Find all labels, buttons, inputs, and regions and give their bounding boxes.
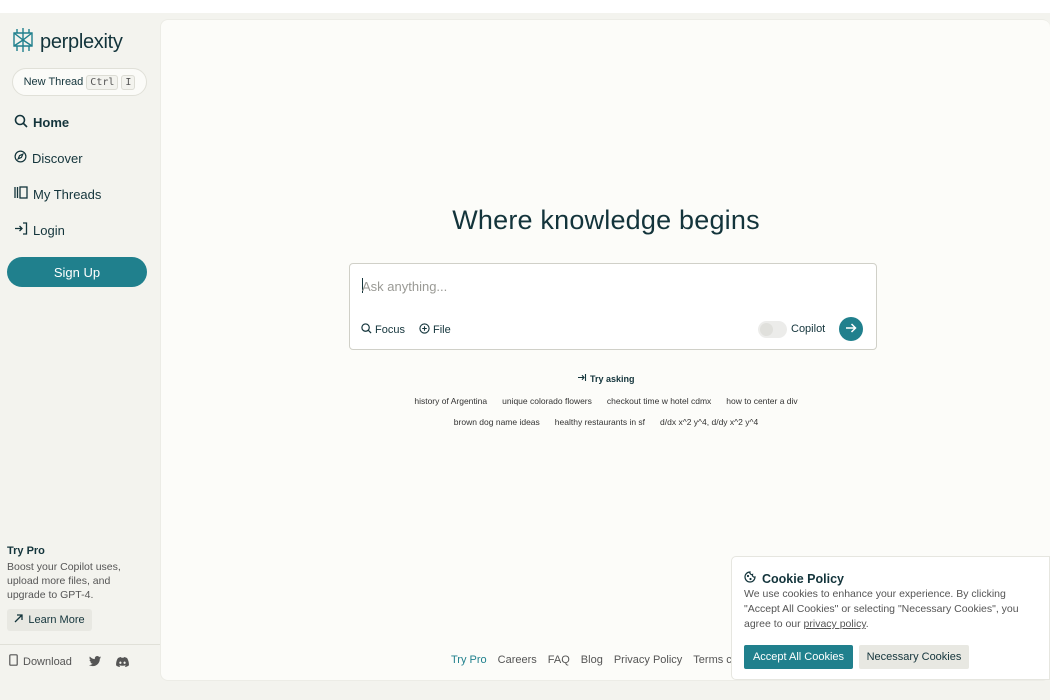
arrow-right-bracket-icon	[577, 374, 590, 384]
logo-text: perplexity	[40, 31, 123, 53]
learn-more-label: Learn More	[28, 614, 85, 626]
sidebar-item-label: Login	[33, 222, 65, 238]
accept-all-cookies-button[interactable]: Accept All Cookies	[744, 645, 853, 669]
suggestion-chip[interactable]: healthy restaurants in sf	[555, 417, 645, 427]
download-label: Download	[23, 655, 72, 668]
cookie-banner: Cookie Policy We use cookies to enhance …	[731, 556, 1050, 680]
learn-more-button[interactable]: Learn More	[7, 609, 92, 631]
footer-link-faq[interactable]: FAQ	[548, 654, 570, 666]
footer-links: Try Pro Careers FAQ Blog Privacy Policy …	[451, 654, 732, 666]
suggestion-chip[interactable]: checkout time w hotel cdmx	[607, 396, 711, 406]
suggestion-chip[interactable]: unique colorado flowers	[502, 396, 592, 406]
necessary-cookies-button[interactable]: Necessary Cookies	[859, 645, 969, 669]
sidebar-item-discover[interactable]: Discover	[14, 150, 83, 166]
page-title: Where knowledge begins	[452, 205, 760, 235]
download-link[interactable]: Download	[9, 654, 72, 669]
submit-button[interactable]	[839, 317, 863, 341]
perplexity-logo-icon	[12, 27, 34, 58]
cookie-icon	[744, 571, 756, 586]
file-button[interactable]: File	[419, 323, 451, 337]
footer-link-careers[interactable]: Careers	[498, 654, 537, 666]
top-strip	[0, 0, 1050, 13]
arrow-right-icon	[845, 320, 857, 338]
cookie-body-end: .	[865, 618, 869, 630]
footer-link-blog[interactable]: Blog	[581, 654, 603, 666]
focus-button[interactable]: Focus	[361, 323, 405, 337]
sign-up-button[interactable]: Sign Up	[7, 257, 147, 287]
toggle-knob	[760, 323, 773, 336]
copilot-label: Copilot	[791, 323, 826, 335]
try-asking-heading: Try asking	[161, 373, 1050, 384]
footer-link-terms[interactable]: Terms c	[693, 654, 732, 666]
cookie-body: We use cookies to enhance your experienc…	[744, 588, 1019, 630]
login-icon	[14, 222, 28, 238]
sidebar-item-my-threads[interactable]: My Threads	[14, 186, 101, 202]
privacy-policy-link[interactable]: privacy policy	[804, 618, 866, 630]
sidebar-divider	[0, 644, 160, 645]
suggestion-chip[interactable]: history of Argentina	[414, 396, 487, 406]
new-thread-button[interactable]: New Thread Ctrl I	[12, 68, 147, 96]
cookie-text: We use cookies to enhance your experienc…	[744, 587, 1044, 632]
focus-label: Focus	[375, 324, 405, 336]
try-asking-label: Try asking	[589, 374, 635, 384]
cookie-title: Cookie Policy	[744, 571, 844, 586]
shortcut-key-ctrl: Ctrl	[86, 74, 119, 90]
ask-input[interactable]	[362, 276, 862, 296]
file-label: File	[433, 324, 451, 336]
search-icon	[361, 323, 372, 337]
suggestions-row-2: brown dog name ideas healthy restaurants…	[161, 417, 1050, 427]
arrow-up-right-icon	[14, 614, 24, 626]
sidebar-item-label: My Threads	[33, 186, 102, 202]
logo[interactable]: perplexity	[12, 27, 123, 58]
ask-box[interactable]: Focus File Copilot	[349, 263, 877, 350]
sidebar-item-login[interactable]: Login	[14, 222, 65, 238]
try-pro-title: Try Pro	[7, 545, 45, 557]
try-pro-description: Boost your Copilot uses, upload more fil…	[7, 561, 121, 601]
sidebar: perplexity New Thread Ctrl I Home Discov…	[0, 13, 160, 700]
footer-link-privacy-policy[interactable]: Privacy Policy	[614, 654, 682, 666]
sidebar-item-label: Discover	[32, 150, 83, 166]
search-icon	[14, 114, 28, 131]
compass-icon	[14, 150, 27, 166]
phone-icon	[9, 654, 18, 669]
suggestion-chip[interactable]: d/dx x^2 y^4, d/dy x^2 y^4	[660, 417, 758, 427]
new-thread-label: New Thread	[23, 76, 84, 88]
cookie-title-label: Cookie Policy	[762, 571, 844, 586]
suggestions-row-1: history of Argentina unique colorado flo…	[161, 396, 1050, 406]
library-icon	[14, 186, 28, 202]
sidebar-item-home[interactable]: Home	[14, 114, 69, 131]
copilot-toggle[interactable]	[758, 321, 787, 338]
suggestion-chip[interactable]: brown dog name ideas	[454, 417, 540, 427]
sidebar-item-label: Home	[33, 115, 70, 130]
suggestion-chip[interactable]: how to center a div	[726, 396, 797, 406]
discord-icon[interactable]	[116, 654, 129, 672]
shortcut-key-i: I	[121, 74, 136, 90]
twitter-icon[interactable]	[89, 654, 101, 672]
plus-circle-icon	[419, 323, 430, 337]
footer-link-try-pro[interactable]: Try Pro	[451, 654, 487, 666]
